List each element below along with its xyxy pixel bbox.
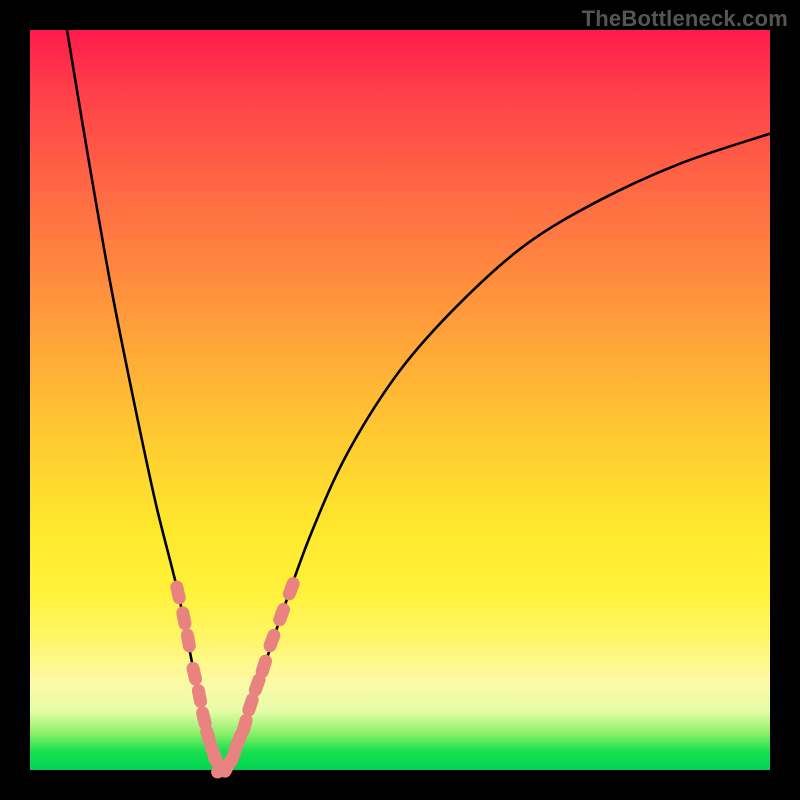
chart-frame: TheBottleneck.com bbox=[0, 0, 800, 800]
watermark-text: TheBottleneck.com bbox=[582, 6, 788, 32]
marker-point bbox=[180, 628, 196, 653]
marker-point bbox=[191, 684, 207, 709]
marker-point bbox=[186, 661, 203, 686]
marker-point bbox=[262, 628, 281, 654]
marker-point bbox=[236, 713, 254, 738]
marker-point bbox=[282, 576, 301, 602]
plot-area bbox=[30, 30, 770, 770]
marker-point bbox=[176, 606, 192, 631]
marker-layer bbox=[170, 576, 301, 780]
bottleneck-curve bbox=[67, 30, 770, 770]
marker-point bbox=[170, 580, 187, 605]
marker-point bbox=[255, 654, 273, 680]
curve-layer bbox=[67, 30, 770, 770]
chart-svg bbox=[30, 30, 770, 770]
marker-point bbox=[272, 602, 291, 628]
